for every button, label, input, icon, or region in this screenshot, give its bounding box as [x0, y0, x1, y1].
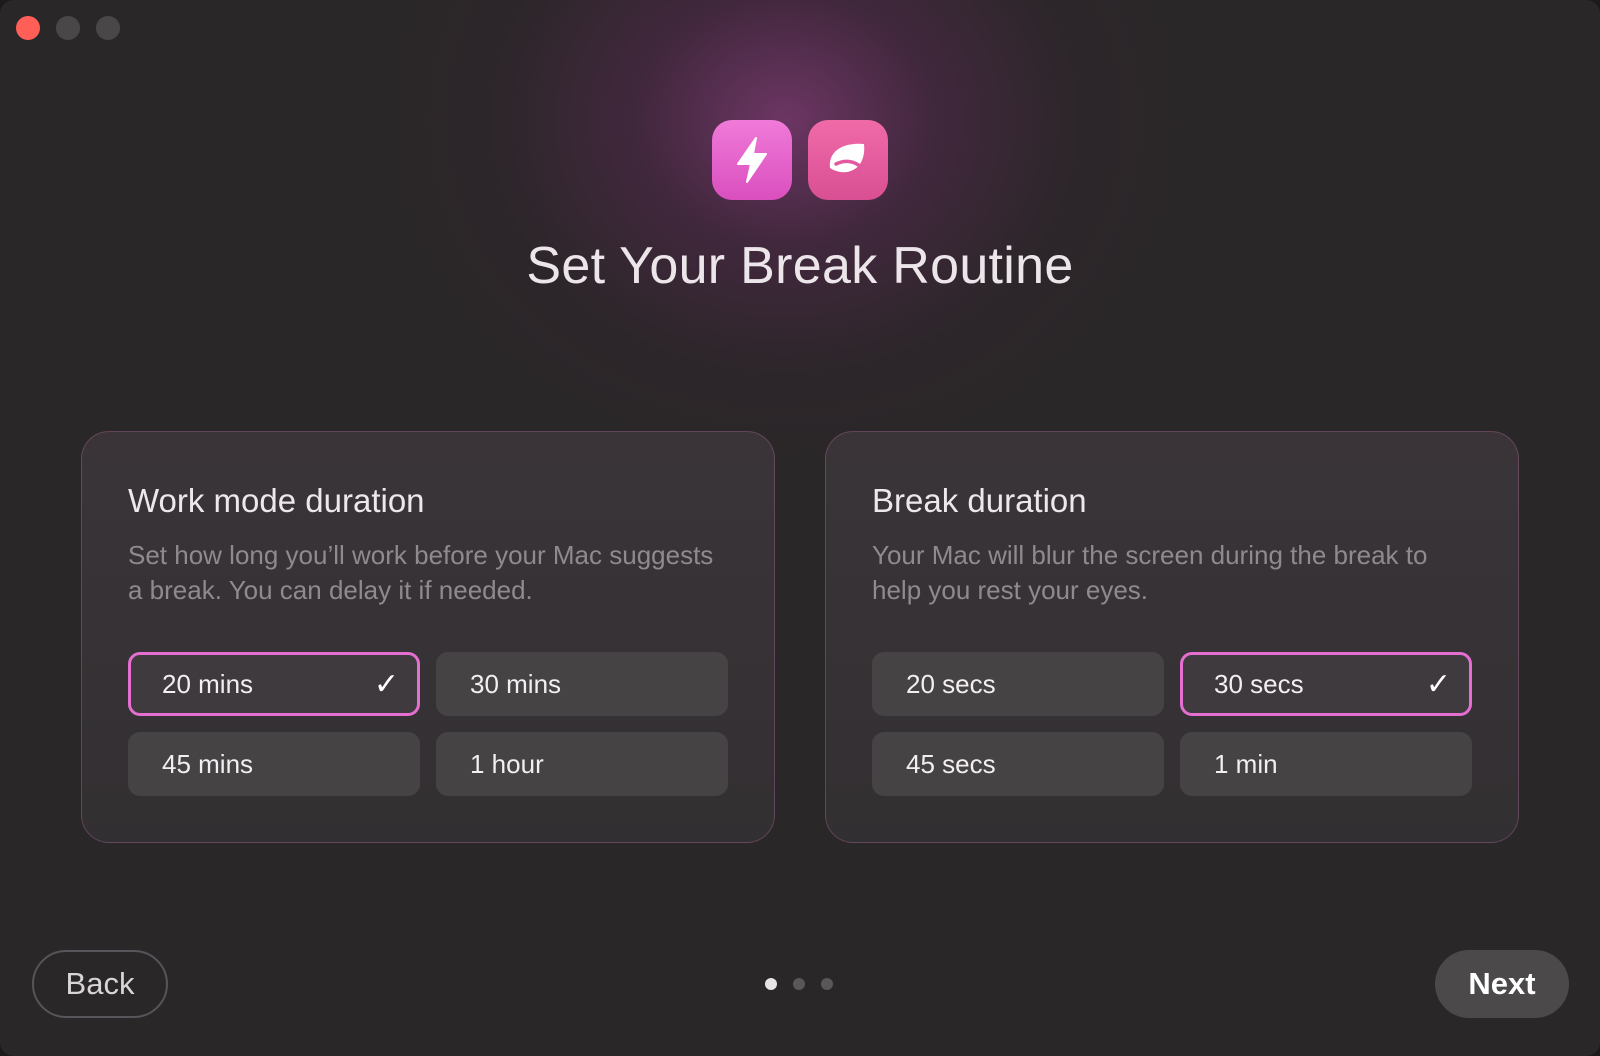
work-duration-card: Work mode duration Set how long you’ll w… — [81, 431, 775, 843]
option-label: 1 hour — [470, 748, 544, 779]
option-label: 30 mins — [470, 668, 562, 699]
checkmark-icon: ✓ — [373, 667, 399, 701]
work-option-1-hour[interactable]: 1 hour — [436, 732, 728, 796]
work-duration-options: 20 mins ✓ 30 mins 45 mins 1 hour — [128, 652, 728, 796]
break-duration-options: 20 secs 30 secs ✓ 45 secs 1 min — [872, 652, 1472, 796]
page-dot-2[interactable] — [793, 978, 805, 990]
break-duration-card: Break duration Your Mac will blur the sc… — [825, 431, 1519, 843]
page-dot-3[interactable] — [821, 978, 833, 990]
page-dot-1[interactable] — [765, 978, 777, 990]
back-button[interactable]: Back — [32, 950, 168, 1018]
option-label: 20 secs — [906, 668, 996, 699]
option-label: 30 secs — [1214, 668, 1304, 699]
leaf-icon — [808, 120, 888, 200]
minimize-window-button[interactable] — [56, 16, 80, 40]
break-option-30-secs[interactable]: 30 secs ✓ — [1180, 652, 1472, 716]
bolt-icon — [712, 120, 792, 200]
option-label: 1 min — [1214, 748, 1278, 779]
work-option-30-mins[interactable]: 30 mins — [436, 652, 728, 716]
page-title: Set Your Break Routine — [526, 237, 1074, 295]
option-label: 20 mins — [162, 668, 254, 699]
maximize-window-button[interactable] — [96, 16, 120, 40]
break-option-45-secs[interactable]: 45 secs — [872, 732, 1164, 796]
checkmark-icon: ✓ — [1425, 667, 1451, 701]
option-label: 45 secs — [906, 748, 996, 779]
break-option-1-min[interactable]: 1 min — [1180, 732, 1472, 796]
option-label: 45 mins — [162, 748, 254, 779]
next-button[interactable]: Next — [1435, 950, 1569, 1018]
break-card-description: Your Mac will blur the screen during the… — [872, 540, 1428, 605]
work-option-45-mins[interactable]: 45 mins — [128, 732, 420, 796]
app-icons — [712, 120, 888, 200]
close-window-button[interactable] — [16, 16, 40, 40]
page-indicator — [765, 978, 833, 990]
window-controls — [16, 16, 120, 40]
work-option-20-mins[interactable]: 20 mins ✓ — [128, 652, 420, 716]
work-card-description: Set how long you’ll work before your Mac… — [128, 540, 714, 605]
onboarding-window: Set Your Break Routine Work mode duratio… — [0, 0, 1600, 1056]
break-card-title: Break duration — [872, 482, 1087, 519]
break-option-20-secs[interactable]: 20 secs — [872, 652, 1164, 716]
work-card-title: Work mode duration — [128, 482, 425, 519]
